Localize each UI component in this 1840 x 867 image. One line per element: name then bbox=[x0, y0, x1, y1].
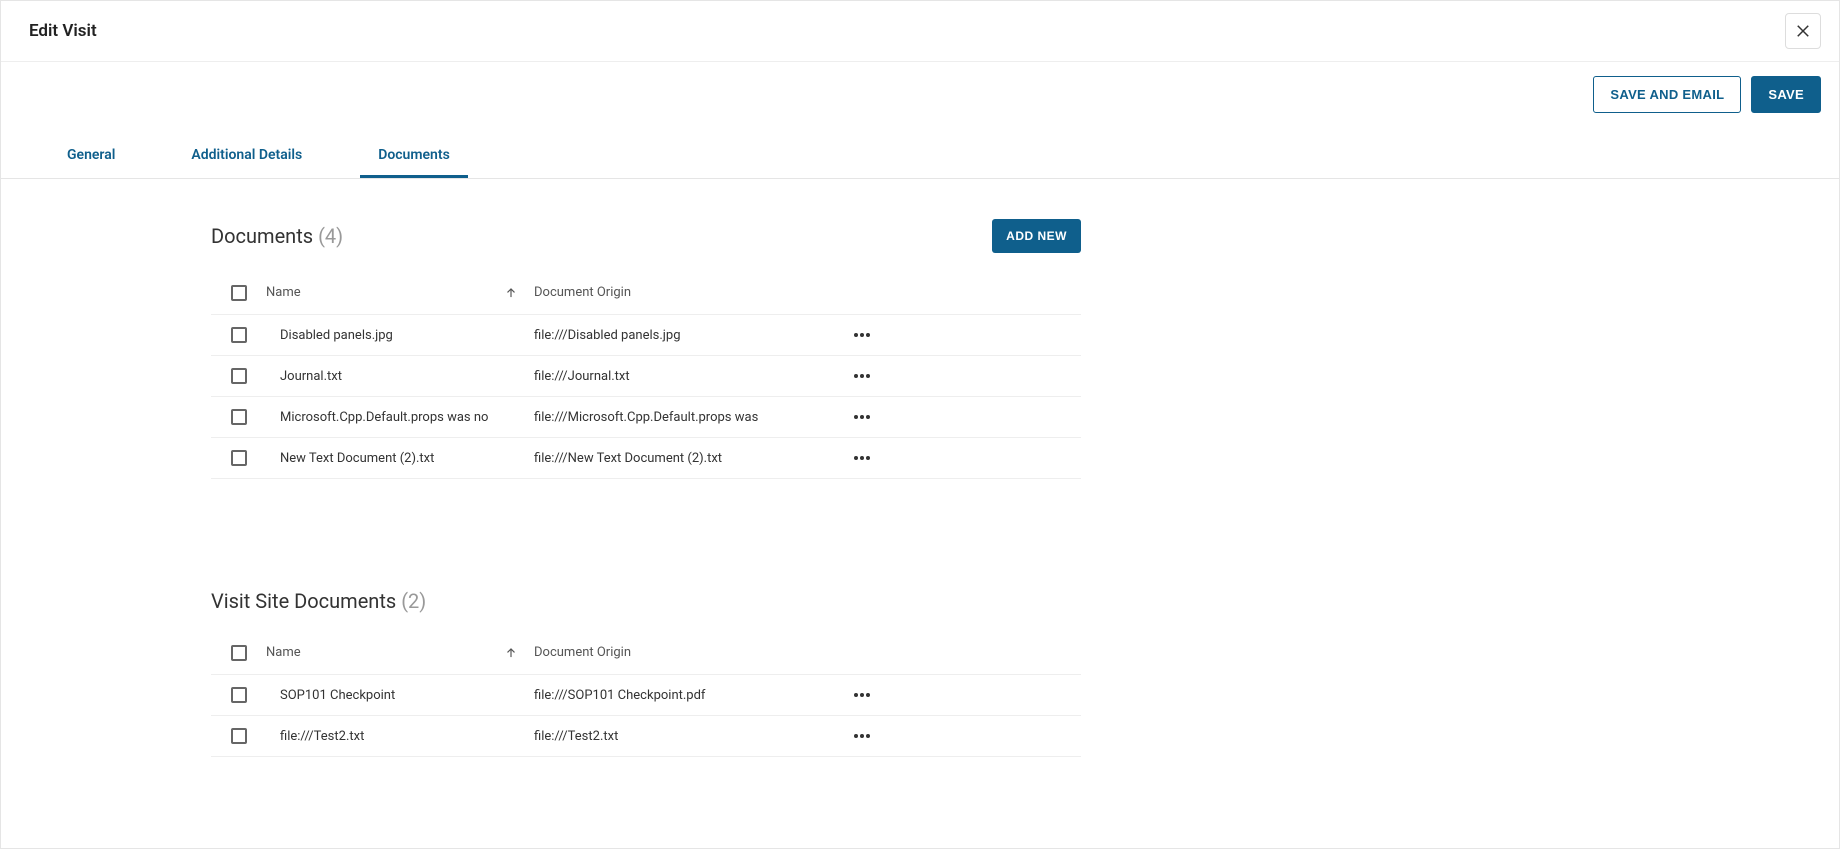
row-name: Disabled panels.jpg bbox=[266, 328, 496, 343]
close-icon bbox=[1794, 22, 1812, 40]
row-checkbox[interactable] bbox=[231, 368, 247, 384]
select-all-checkbox[interactable] bbox=[231, 645, 247, 661]
table-row: New Text Document (2).txt file:///New Te… bbox=[211, 438, 1081, 479]
table-row: Journal.txt file:///Journal.txt bbox=[211, 356, 1081, 397]
tab-general[interactable]: General bbox=[49, 133, 133, 178]
visit-site-section-title: Visit Site Documents (2) bbox=[211, 589, 426, 613]
row-checkbox[interactable] bbox=[231, 687, 247, 703]
column-header-name[interactable]: Name bbox=[266, 645, 496, 660]
tab-documents[interactable]: Documents bbox=[360, 133, 468, 178]
tab-additional-details[interactable]: Additional Details bbox=[173, 133, 320, 178]
edit-visit-modal: Edit Visit SAVE AND EMAIL SAVE General A… bbox=[0, 0, 1840, 849]
row-actions-menu[interactable] bbox=[848, 327, 876, 343]
sort-name-asc[interactable] bbox=[496, 286, 526, 300]
close-button[interactable] bbox=[1785, 13, 1821, 49]
documents-table-header: Name Document Origin bbox=[211, 271, 1081, 315]
save-and-email-button[interactable]: SAVE AND EMAIL bbox=[1593, 76, 1741, 113]
documents-section: Documents (4) ADD NEW Name Document Orig… bbox=[211, 219, 1101, 479]
modal-header: Edit Visit bbox=[1, 1, 1839, 62]
row-actions-menu[interactable] bbox=[848, 728, 876, 744]
visit-site-documents-section: Visit Site Documents (2) Name Document O… bbox=[211, 589, 1101, 757]
save-button[interactable]: SAVE bbox=[1751, 76, 1821, 113]
documents-count: (4) bbox=[318, 224, 343, 248]
sort-name-asc[interactable] bbox=[496, 646, 526, 660]
row-actions-menu[interactable] bbox=[848, 368, 876, 384]
row-origin: file:///Journal.txt bbox=[526, 369, 786, 384]
row-name: Journal.txt bbox=[266, 369, 496, 384]
documents-title-text: Documents bbox=[211, 224, 313, 248]
modal-title: Edit Visit bbox=[29, 21, 97, 41]
column-header-origin[interactable]: Document Origin bbox=[526, 285, 786, 300]
tabs: General Additional Details Documents bbox=[1, 133, 1839, 179]
documents-section-title: Documents (4) bbox=[211, 224, 343, 248]
table-row: Disabled panels.jpg file:///Disabled pan… bbox=[211, 315, 1081, 356]
action-bar: SAVE AND EMAIL SAVE bbox=[1, 62, 1839, 113]
row-origin: file:///Disabled panels.jpg bbox=[526, 328, 786, 343]
row-checkbox[interactable] bbox=[231, 450, 247, 466]
row-name: Microsoft.Cpp.Default.props was no bbox=[266, 410, 496, 425]
row-name: SOP101 Checkpoint bbox=[266, 688, 496, 703]
table-row: SOP101 Checkpoint file:///SOP101 Checkpo… bbox=[211, 675, 1081, 716]
row-checkbox[interactable] bbox=[231, 327, 247, 343]
row-actions-menu[interactable] bbox=[848, 450, 876, 466]
row-checkbox[interactable] bbox=[231, 409, 247, 425]
row-origin: file:///Test2.txt bbox=[526, 729, 786, 744]
select-all-checkbox[interactable] bbox=[231, 285, 247, 301]
visit-site-section-header: Visit Site Documents (2) bbox=[211, 589, 1081, 613]
column-header-name[interactable]: Name bbox=[266, 285, 496, 300]
visit-site-table: Name Document Origin SOP101 Checkpoint f… bbox=[211, 631, 1081, 757]
table-row: file:///Test2.txt file:///Test2.txt bbox=[211, 716, 1081, 757]
visit-site-count: (2) bbox=[401, 589, 426, 613]
row-origin: file:///SOP101 Checkpoint.pdf bbox=[526, 688, 786, 703]
visit-site-table-header: Name Document Origin bbox=[211, 631, 1081, 675]
content-area: Documents (4) ADD NEW Name Document Orig… bbox=[1, 179, 1101, 867]
column-header-origin[interactable]: Document Origin bbox=[526, 645, 786, 660]
row-actions-menu[interactable] bbox=[848, 409, 876, 425]
row-origin: file:///New Text Document (2).txt bbox=[526, 451, 786, 466]
row-name: New Text Document (2).txt bbox=[266, 451, 496, 466]
arrow-up-icon bbox=[504, 286, 518, 300]
row-checkbox[interactable] bbox=[231, 728, 247, 744]
row-name: file:///Test2.txt bbox=[266, 729, 496, 744]
documents-table: Name Document Origin Disabled panels.jpg… bbox=[211, 271, 1081, 479]
row-actions-menu[interactable] bbox=[848, 687, 876, 703]
table-row: Microsoft.Cpp.Default.props was no file:… bbox=[211, 397, 1081, 438]
add-new-button[interactable]: ADD NEW bbox=[992, 219, 1081, 253]
visit-site-title-text: Visit Site Documents bbox=[211, 589, 396, 613]
arrow-up-icon bbox=[504, 646, 518, 660]
row-origin: file:///Microsoft.Cpp.Default.props was bbox=[526, 410, 786, 425]
documents-section-header: Documents (4) ADD NEW bbox=[211, 219, 1081, 253]
